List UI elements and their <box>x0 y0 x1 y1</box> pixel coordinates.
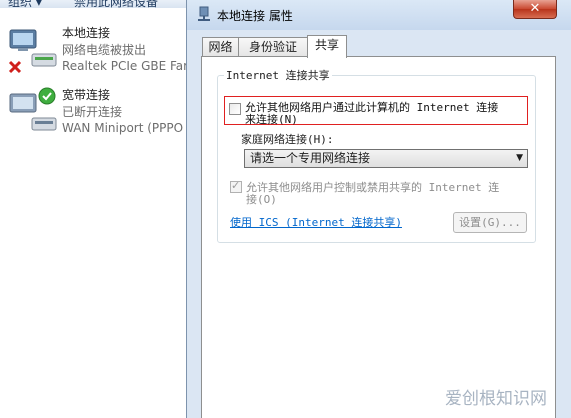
connection-status: 网络电缆被拔出 <box>62 43 147 57</box>
broadband-connection-icon <box>6 86 60 140</box>
allow-share-label[interactable]: 允许其他网络用户通过此计算机的 Internet 连接 来连接(N) <box>245 102 498 126</box>
connection-local[interactable]: 本地连接 网络电缆被拔出 Realtek PCIe GBE Far <box>6 24 190 84</box>
allow-control-label: 允许其他网络用户控制或禁用共享的 Internet 连 接(O) <box>246 181 500 206</box>
dropdown-arrow-icon: ▼ <box>516 153 523 163</box>
dialog-title: 本地连接 属性 <box>217 9 293 23</box>
tab-authentication[interactable]: 身份验证 <box>238 37 308 57</box>
properties-dialog: 本地连接 属性 ✕ 网络 身份验证 共享 Internet 连接共享 允许其他网… <box>186 0 571 418</box>
ics-help-link[interactable]: 使用 ICS (Internet 连接共享) <box>230 214 402 230</box>
home-network-select[interactable]: 请选一个专用网络连接 ▼ <box>244 149 528 168</box>
connection-broadband[interactable]: 宽带连接 已断开连接 WAN Miniport (PPPO <box>6 86 190 146</box>
home-network-select-value: 请选一个专用网络连接 <box>250 151 371 165</box>
connection-device: Realtek PCIe GBE Far <box>62 59 189 73</box>
connection-device: WAN Miniport (PPPO <box>62 121 184 135</box>
group-title: Internet 连接共享 <box>224 67 332 83</box>
checkmark-icon: ✓ <box>231 179 241 192</box>
organize-menu[interactable]: 组织 ▾ <box>8 0 42 8</box>
dialog-titlebar[interactable]: 本地连接 属性 ✕ <box>187 0 571 30</box>
disable-device-button[interactable]: 禁用此网络设备 <box>74 0 158 8</box>
close-icon: ✕ <box>529 1 541 16</box>
sharing-panel: Internet 连接共享 允许其他网络用户通过此计算机的 Internet 连… <box>201 56 556 418</box>
tab-network[interactable]: 网络 <box>202 37 239 57</box>
background-toolbar: 组织 ▾ 禁用此网络设备 <box>0 0 190 8</box>
allow-share-checkbox[interactable] <box>229 103 241 115</box>
network-adapter-disconnected-icon <box>6 24 60 78</box>
home-network-label: 家庭网络连接(H): <box>241 133 334 146</box>
watermark: 爱创根知识网 <box>445 389 547 409</box>
ics-group: Internet 连接共享 允许其他网络用户通过此计算机的 Internet 连… <box>217 67 536 243</box>
connection-name: 本地连接 <box>62 26 111 40</box>
settings-button: 设置(G)... <box>453 212 527 233</box>
tab-sharing[interactable]: 共享 <box>307 35 347 58</box>
close-button[interactable]: ✕ <box>513 0 557 19</box>
connection-status: 已断开连接 <box>62 105 123 119</box>
network-connection-icon <box>197 6 211 25</box>
connection-name: 宽带连接 <box>62 88 111 102</box>
